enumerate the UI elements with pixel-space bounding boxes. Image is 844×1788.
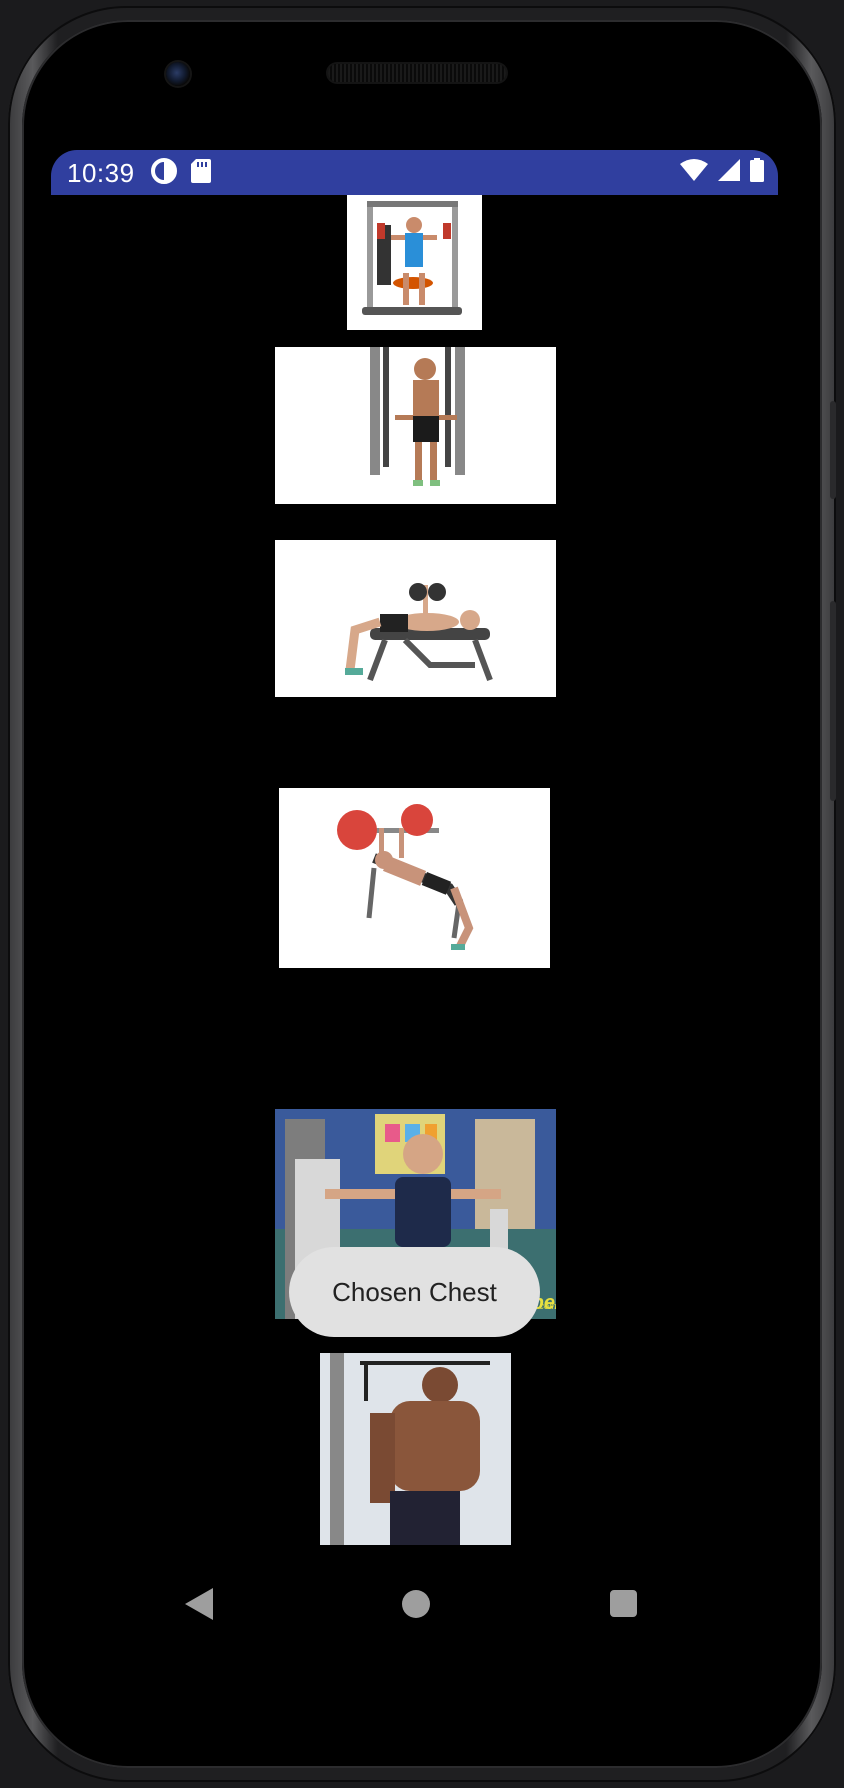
cable-crossover-image[interactable] — [275, 347, 556, 504]
status-bar: 10:39 — [51, 150, 778, 195]
data-saver-icon — [151, 158, 177, 184]
svg-text:.com: .com — [537, 1301, 556, 1311]
recents-icon[interactable] — [610, 1590, 637, 1617]
battery-icon — [750, 158, 764, 182]
home-icon[interactable] — [402, 1590, 430, 1618]
screen: 10:39 .com Chosen Chest — [51, 150, 778, 1550]
front-camera — [166, 62, 190, 86]
wifi-icon — [680, 159, 708, 181]
exercise-list[interactable]: ShapeFit .com — [51, 195, 778, 1550]
earpiece-speaker — [328, 64, 506, 82]
back-icon[interactable] — [185, 1588, 215, 1620]
sd-card-icon — [191, 159, 211, 183]
dumbbell-bench-press-image[interactable] — [275, 540, 556, 697]
status-time: 10:39 — [67, 158, 135, 188]
chest-press-machine-image[interactable] — [347, 195, 482, 330]
incline-barbell-press-image[interactable] — [279, 788, 550, 968]
cable-machine-image[interactable] — [320, 1353, 511, 1545]
toast-message: Chosen Chest — [289, 1247, 540, 1337]
cell-signal-icon — [718, 159, 740, 181]
power-button — [830, 601, 836, 801]
volume-button — [830, 401, 836, 499]
